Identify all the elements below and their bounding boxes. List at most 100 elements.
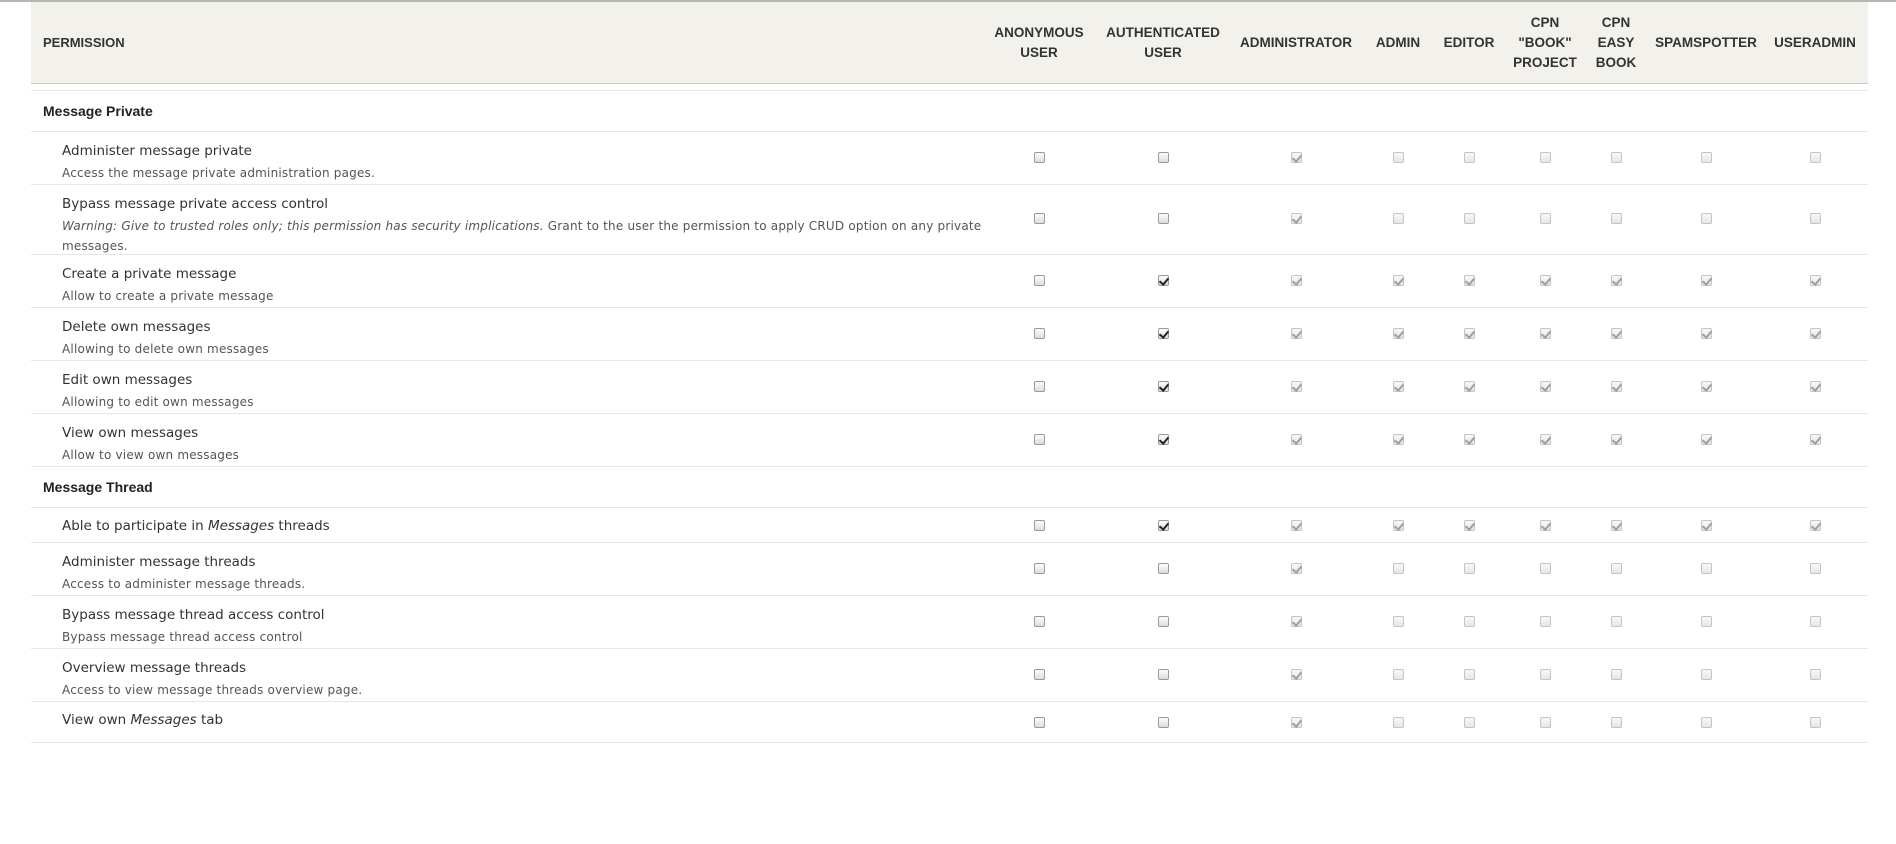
checkbox-anonymous[interactable] <box>1033 668 1045 680</box>
checkbox-authenticated[interactable] <box>1157 274 1169 286</box>
checkbox-cpn-easy-book <box>1610 668 1622 680</box>
permission-row: Administer message threads Access to admi… <box>31 543 1868 596</box>
checkbox-cpn-book-project <box>1539 327 1551 339</box>
checkbox-anonymous[interactable] <box>1033 433 1045 445</box>
checkbox-useradmin <box>1809 615 1821 627</box>
checkbox-administrator <box>1290 716 1302 728</box>
permission-row: Administer message private Access the mes… <box>31 132 1868 185</box>
checkbox-spamspotter <box>1700 562 1712 574</box>
permission-title: Administer message threads <box>62 553 982 571</box>
permission-info: Edit own messages Allowing to edit own me… <box>62 371 982 412</box>
checkbox-administrator <box>1290 615 1302 627</box>
checkbox-cpn-book-project <box>1539 380 1551 392</box>
checkbox-cpn-easy-book <box>1610 151 1622 163</box>
checkbox-administrator <box>1290 274 1302 286</box>
checkbox-anonymous[interactable] <box>1033 274 1045 286</box>
checkbox-cpn-book-project <box>1539 615 1551 627</box>
permission-description: Warning: Give to trusted roles only; thi… <box>62 216 982 256</box>
checkbox-admin <box>1392 668 1404 680</box>
checkbox-spamspotter <box>1700 327 1712 339</box>
checkbox-spamspotter <box>1700 274 1712 286</box>
permission-title: Bypass message thread access control <box>62 606 982 624</box>
checkbox-editor <box>1463 380 1475 392</box>
text-segment: Bypass message thread access control <box>62 607 325 623</box>
text-segment: Access the message private administratio… <box>62 166 376 180</box>
checkbox-admin <box>1392 716 1404 728</box>
text-segment: Bypass message thread access control <box>62 630 303 644</box>
permission-row: Create a private message Allow to create … <box>31 255 1868 308</box>
text-segment: Overview message threads <box>62 660 247 676</box>
checkbox-cpn-book-project <box>1539 562 1551 574</box>
checkbox-authenticated[interactable] <box>1157 380 1169 392</box>
checkbox-editor <box>1463 716 1475 728</box>
checkbox-admin <box>1392 327 1404 339</box>
column-header-cpn-book-project: CPN "BOOK" PROJECT <box>1513 14 1577 70</box>
checkbox-anonymous[interactable] <box>1033 716 1045 728</box>
checkbox-anonymous[interactable] <box>1033 615 1045 627</box>
checkbox-useradmin <box>1809 519 1821 531</box>
text-segment: Edit own messages <box>62 372 193 388</box>
permission-title: Edit own messages <box>62 371 982 389</box>
checkbox-cpn-easy-book <box>1610 274 1622 286</box>
checkbox-authenticated[interactable] <box>1157 327 1169 339</box>
checkbox-authenticated[interactable] <box>1157 519 1169 531</box>
checkbox-administrator <box>1290 668 1302 680</box>
checkbox-authenticated[interactable] <box>1157 668 1169 680</box>
table-header: PERMISSION ANONYMOUS USER AUTHENTICATED U… <box>31 2 1868 84</box>
permission-description: Allowing to delete own messages <box>62 339 982 359</box>
column-header-editor: EDITOR <box>1443 34 1495 50</box>
checkbox-cpn-book-project <box>1539 668 1551 680</box>
checkbox-useradmin <box>1809 274 1821 286</box>
checkbox-administrator <box>1290 562 1302 574</box>
checkbox-spamspotter <box>1700 519 1712 531</box>
checkbox-authenticated[interactable] <box>1157 151 1169 163</box>
text-segment: Create a private message <box>62 266 237 282</box>
checkbox-authenticated[interactable] <box>1157 615 1169 627</box>
permission-title: View own Messages tab <box>62 711 982 729</box>
checkbox-editor <box>1463 274 1475 286</box>
permission-info: View own messages Allow to view own messa… <box>62 424 982 465</box>
text-segment: Access to view message threads overview … <box>62 683 363 697</box>
checkbox-anonymous[interactable] <box>1033 562 1045 574</box>
permission-row: Overview message threads Access to view m… <box>31 649 1868 702</box>
checkbox-useradmin <box>1809 433 1821 445</box>
checkbox-anonymous[interactable] <box>1033 519 1045 531</box>
permission-row: Bypass message private access control War… <box>31 185 1868 255</box>
permission-description: Allow to view own messages <box>62 445 982 465</box>
column-header-admin: ADMIN <box>1375 34 1421 50</box>
checkbox-admin <box>1392 562 1404 574</box>
checkbox-authenticated[interactable] <box>1157 433 1169 445</box>
checkbox-authenticated[interactable] <box>1157 562 1169 574</box>
permission-info: Bypass message private access control War… <box>62 195 982 256</box>
column-header-cpn-easy-book: CPN EASY BOOK <box>1595 14 1637 70</box>
permission-row: View own Messages tab <box>31 702 1868 743</box>
checkbox-cpn-book-project <box>1539 433 1551 445</box>
text-segment: Administer message private <box>62 143 252 159</box>
text-segment: Bypass message private access control <box>62 196 329 212</box>
checkbox-anonymous[interactable] <box>1033 213 1045 224</box>
checkbox-cpn-easy-book <box>1610 327 1622 339</box>
checkbox-editor <box>1463 433 1475 445</box>
column-header-permission: PERMISSION <box>43 34 125 50</box>
column-header-useradmin: USERADMIN <box>1774 34 1856 50</box>
checkbox-cpn-book-project <box>1539 151 1551 163</box>
checkbox-useradmin <box>1809 380 1821 392</box>
checkbox-admin <box>1392 151 1404 163</box>
checkbox-authenticated[interactable] <box>1157 716 1169 728</box>
checkbox-anonymous[interactable] <box>1033 380 1045 392</box>
checkbox-authenticated[interactable] <box>1157 213 1169 224</box>
checkbox-cpn-easy-book <box>1610 433 1622 445</box>
checkbox-useradmin <box>1809 562 1821 574</box>
text-segment: Allowing to delete own messages <box>62 342 269 356</box>
section-header: Message Thread <box>31 467 1868 508</box>
text-segment: Administer message threads <box>62 554 256 570</box>
text-segment: threads <box>274 518 330 534</box>
checkbox-anonymous[interactable] <box>1033 327 1045 339</box>
permission-description: Access to view message threads overview … <box>62 680 982 700</box>
checkbox-useradmin <box>1809 716 1821 728</box>
checkbox-spamspotter <box>1700 668 1712 680</box>
checkbox-anonymous[interactable] <box>1033 151 1045 163</box>
column-header-anonymous: ANONYMOUS USER <box>994 24 1084 60</box>
checkbox-cpn-book-project <box>1539 716 1551 728</box>
checkbox-cpn-easy-book <box>1610 562 1622 574</box>
